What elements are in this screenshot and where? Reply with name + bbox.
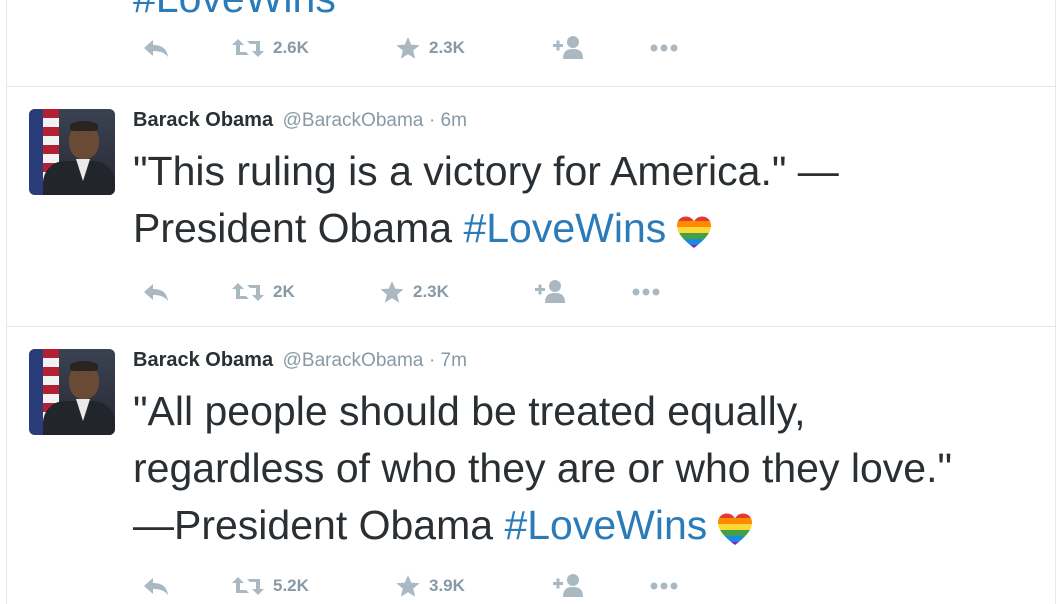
tweet-actions: 2.6K 2.3K <box>141 33 841 63</box>
reply-icon <box>141 37 171 59</box>
more-icon <box>649 581 679 591</box>
avatar-hair <box>70 361 98 371</box>
hashtag-link[interactable]: #LoveWins <box>504 502 707 548</box>
favorite-button[interactable]: 2.3K <box>379 277 449 307</box>
retweet-count: 2.6K <box>273 38 309 57</box>
tweet-text: "This ruling is a victory for America." … <box>133 143 993 257</box>
reply-icon <box>141 281 171 303</box>
follow-button[interactable] <box>533 277 569 307</box>
avatar-hair <box>70 121 98 131</box>
retweet-button[interactable]: 2.6K <box>231 33 309 63</box>
favorite-button[interactable]: 3.9K <box>395 571 465 601</box>
tweet-previous[interactable]: #LoveWins 2.6K 2.3K <box>7 0 1055 87</box>
tweet-actions: 5.2K 3.9K <box>141 571 841 601</box>
user-fullname[interactable]: Barack Obama <box>133 349 273 371</box>
hashtag-link[interactable]: #LoveWins <box>133 0 336 21</box>
user-fullname[interactable]: Barack Obama <box>133 109 273 131</box>
star-icon <box>379 280 405 304</box>
tweet-header: Barack Obama @BarackObama · 7m <box>133 349 467 372</box>
more-button[interactable] <box>649 33 679 63</box>
reply-button[interactable] <box>141 571 171 601</box>
user-handle[interactable]: @BarackObama <box>283 350 424 371</box>
retweet-count: 2K <box>273 282 295 301</box>
tweet[interactable]: Barack Obama @BarackObama · 6m "This rul… <box>7 87 1055 327</box>
retweet-button[interactable]: 2K <box>231 277 295 307</box>
avatar-flag-canton <box>29 349 43 435</box>
follow-button[interactable] <box>551 33 587 63</box>
reply-icon <box>141 575 171 597</box>
favorite-count: 3.9K <box>429 576 465 595</box>
rainbow-heart-icon <box>676 209 712 249</box>
follow-button[interactable] <box>551 571 587 601</box>
hashtag-link[interactable]: #LoveWins <box>463 205 666 251</box>
star-icon <box>395 574 421 598</box>
favorite-count: 2.3K <box>429 38 465 57</box>
user-handle[interactable]: @BarackObama <box>283 110 424 131</box>
tweet-text: "All people should be treated equally, r… <box>133 383 953 554</box>
reply-button[interactable] <box>141 277 171 307</box>
tweet[interactable]: Barack Obama @BarackObama · 7m "All peop… <box>7 327 1055 604</box>
tweet-timestamp[interactable]: · 7m <box>429 350 467 371</box>
tweet-actions: 2K 2.3K <box>141 277 841 307</box>
more-button[interactable] <box>649 571 679 601</box>
tweet-text: #LoveWins <box>133 0 993 27</box>
retweet-icon <box>231 281 265 303</box>
more-icon <box>631 287 661 297</box>
reply-button[interactable] <box>141 33 171 63</box>
timeline: #LoveWins 2.6K 2.3K <box>6 0 1056 604</box>
avatar[interactable] <box>29 349 115 435</box>
retweet-icon <box>231 575 265 597</box>
follow-icon <box>533 279 569 305</box>
favorite-count: 2.3K <box>413 282 449 301</box>
follow-icon <box>551 35 587 61</box>
retweet-icon <box>231 37 265 59</box>
more-icon <box>649 43 679 53</box>
tweet-header: Barack Obama @BarackObama · 6m <box>133 109 467 132</box>
tweet-timestamp[interactable]: · 6m <box>429 110 467 131</box>
follow-icon <box>551 573 587 599</box>
retweet-button[interactable]: 5.2K <box>231 571 309 601</box>
star-icon <box>395 36 421 60</box>
more-button[interactable] <box>631 277 661 307</box>
rainbow-heart-icon <box>717 506 753 546</box>
favorite-button[interactable]: 2.3K <box>395 33 465 63</box>
avatar[interactable] <box>29 109 115 195</box>
retweet-count: 5.2K <box>273 576 309 595</box>
avatar-flag-canton <box>29 109 43 195</box>
